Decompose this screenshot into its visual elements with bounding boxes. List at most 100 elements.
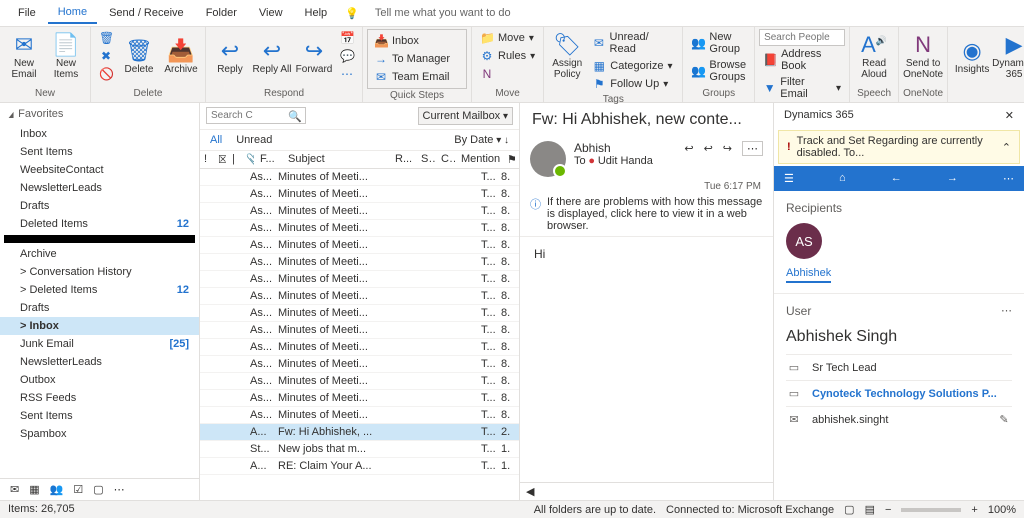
message-row[interactable]: As...Minutes of Meeti...T...8. bbox=[200, 271, 519, 288]
recipient-link[interactable]: Abhishek bbox=[786, 265, 831, 283]
more-respond-button[interactable]: ⋯ bbox=[336, 65, 358, 83]
message-row[interactable]: A...Fw: Hi Abhishek, ...T...2. bbox=[200, 424, 519, 441]
forward-button[interactable]: ↪Forward bbox=[294, 29, 334, 85]
user-more-icon[interactable]: ⋯ bbox=[1001, 304, 1012, 326]
quick-team-email[interactable]: ✉Team Email bbox=[370, 68, 464, 86]
close-pane-icon[interactable]: ✕ bbox=[1005, 109, 1014, 122]
dynamics-warning[interactable]: !Track and Set Regarding are currently d… bbox=[778, 130, 1020, 164]
categorize-button[interactable]: ▦Categorize ▾ bbox=[588, 57, 678, 75]
zoom-in-icon[interactable]: + bbox=[971, 504, 977, 516]
nav-item[interactable]: WeebsiteContact bbox=[0, 161, 199, 179]
nav-item[interactable]: Sent Items bbox=[0, 407, 199, 425]
zoom-out-icon[interactable]: − bbox=[885, 504, 891, 516]
forward-icon[interactable]: ↪ bbox=[723, 142, 732, 155]
nav-item[interactable]: NewsletterLeads bbox=[0, 179, 199, 197]
insights-button[interactable]: ◉Insights bbox=[952, 29, 992, 85]
message-row[interactable]: As...Minutes of Meeti...T...8. bbox=[200, 220, 519, 237]
nav-item[interactable]: > Deleted Items12 bbox=[0, 281, 199, 299]
account-header[interactable] bbox=[4, 235, 195, 243]
reply-all-icon[interactable]: ↩ bbox=[704, 142, 713, 155]
menu-view[interactable]: View bbox=[249, 3, 293, 23]
search-people-input[interactable] bbox=[759, 29, 845, 46]
favorites-header[interactable]: Favorites bbox=[0, 103, 199, 125]
message-row[interactable]: As...Minutes of Meeti...T...8. bbox=[200, 305, 519, 322]
dyn-forward-icon[interactable]: → bbox=[947, 172, 958, 185]
view-reading-icon[interactable]: ▤ bbox=[865, 503, 875, 516]
nav-item[interactable]: > Inbox bbox=[0, 317, 199, 335]
reply-icon[interactable]: ↩ bbox=[684, 142, 693, 155]
message-row[interactable]: As...Minutes of Meeti...T...8. bbox=[200, 373, 519, 390]
reply-button[interactable]: ↩Reply bbox=[210, 29, 250, 85]
new-items-button[interactable]: 📄New Items bbox=[46, 29, 86, 85]
message-row[interactable]: As...Minutes of Meeti...T...8. bbox=[200, 186, 519, 203]
im-button[interactable]: 💬 bbox=[336, 47, 358, 65]
nav-item[interactable]: NewsletterLeads bbox=[0, 353, 199, 371]
browse-groups-button[interactable]: 👥Browse Groups bbox=[687, 57, 750, 85]
archive-button[interactable]: 📥Archive bbox=[161, 29, 201, 85]
menu-help[interactable]: Help bbox=[295, 3, 338, 23]
edit-icon[interactable]: ✎ bbox=[996, 413, 1012, 426]
tell-me-input[interactable]: Tell me what you want to do bbox=[375, 7, 511, 19]
notes-view-icon[interactable]: ▢ bbox=[93, 483, 103, 496]
nav-item[interactable]: Sent Items bbox=[0, 143, 199, 161]
dyn-home-icon[interactable]: ⌂ bbox=[839, 172, 846, 185]
new-group-button[interactable]: 👥New Group bbox=[687, 29, 750, 57]
scroll-left-icon[interactable]: ◀ bbox=[526, 486, 534, 498]
more-views-icon[interactable]: ⋯ bbox=[114, 483, 125, 496]
dynamics365-button[interactable]: ▶Dynamics 365 bbox=[994, 29, 1024, 85]
message-row[interactable]: As...Minutes of Meeti...T...8. bbox=[200, 169, 519, 186]
nav-item[interactable]: Spambox bbox=[0, 425, 199, 443]
nav-item[interactable]: > Conversation History bbox=[0, 263, 199, 281]
recipient-avatar[interactable]: AS bbox=[786, 223, 822, 259]
move-button[interactable]: 📁Move ▾ bbox=[476, 29, 539, 47]
message-row[interactable]: As...Minutes of Meeti...T...8. bbox=[200, 288, 519, 305]
quick-to-manager[interactable]: →To Manager bbox=[370, 50, 464, 68]
filter-email-button[interactable]: ▼Filter Email ▾ bbox=[759, 74, 845, 102]
reply-all-button[interactable]: ↩Reply All bbox=[252, 29, 292, 85]
message-row[interactable]: As...Minutes of Meeti...T...8. bbox=[200, 237, 519, 254]
junk-button[interactable]: 🚫 bbox=[95, 65, 117, 83]
filter-all[interactable]: All bbox=[210, 134, 222, 146]
sender-avatar[interactable] bbox=[530, 141, 566, 177]
dyn-more-icon[interactable]: ⋯ bbox=[1003, 172, 1014, 185]
menu-file[interactable]: File bbox=[8, 3, 46, 23]
send-to-onenote-button[interactable]: NSend to OneNote bbox=[903, 29, 943, 85]
unread-read-button[interactable]: ✉Unread/ Read bbox=[588, 29, 678, 57]
people-view-icon[interactable]: 👥 bbox=[50, 483, 64, 496]
ignore-button[interactable]: 🗑 bbox=[95, 29, 117, 47]
view-normal-icon[interactable]: ▢ bbox=[844, 503, 854, 516]
dyn-back-icon[interactable]: ← bbox=[891, 172, 902, 185]
menu-send-receive[interactable]: Send / Receive bbox=[99, 3, 194, 23]
delete-button[interactable]: 🗑Delete bbox=[119, 29, 159, 85]
zoom-slider[interactable] bbox=[901, 508, 961, 512]
menu-folder[interactable]: Folder bbox=[196, 3, 247, 23]
column-headers[interactable]: !☒|📎 F...Subject R...S... C...Mention⚑ bbox=[200, 151, 519, 169]
message-row[interactable]: As...Minutes of Meeti...T...8. bbox=[200, 390, 519, 407]
sort-dropdown[interactable]: By Date ▾ ↓ bbox=[454, 134, 509, 146]
rules-button[interactable]: ⚙Rules ▾ bbox=[476, 47, 539, 65]
user-company[interactable]: Cynoteck Technology Solutions P... bbox=[812, 388, 997, 400]
cleanup-button[interactable]: ✖ bbox=[95, 47, 117, 65]
message-row[interactable]: St...New jobs that m...T...1. bbox=[200, 441, 519, 458]
meeting-button[interactable]: 📅 bbox=[336, 29, 358, 47]
address-book-button[interactable]: 📕Address Book bbox=[759, 46, 845, 74]
message-row[interactable]: As...Minutes of Meeti...T...8. bbox=[200, 407, 519, 424]
nav-item[interactable]: Drafts bbox=[0, 299, 199, 317]
calendar-view-icon[interactable]: ▦ bbox=[29, 483, 39, 496]
new-email-button[interactable]: ✉New Email bbox=[4, 29, 44, 85]
tasks-view-icon[interactable]: ☑ bbox=[73, 483, 83, 496]
message-row[interactable]: As...Minutes of Meeti...T...8. bbox=[200, 254, 519, 271]
read-aloud-button[interactable]: A🔊Read Aloud bbox=[854, 29, 894, 85]
search-scope-dropdown[interactable]: Current Mailbox ▾ bbox=[418, 107, 513, 125]
menu-home[interactable]: Home bbox=[48, 2, 97, 24]
more-actions-icon[interactable]: ⋯ bbox=[742, 141, 763, 156]
nav-item[interactable]: Deleted Items12 bbox=[0, 215, 199, 233]
message-row[interactable]: As...Minutes of Meeti...T...8. bbox=[200, 322, 519, 339]
nav-item[interactable]: Inbox bbox=[0, 125, 199, 143]
nav-item[interactable]: Junk Email[25] bbox=[0, 335, 199, 353]
nav-item[interactable]: Outbox bbox=[0, 371, 199, 389]
dyn-menu-icon[interactable]: ☰ bbox=[784, 172, 794, 185]
filter-unread[interactable]: Unread bbox=[236, 134, 272, 146]
mail-view-icon[interactable]: ✉ bbox=[10, 483, 19, 496]
search-icon[interactable]: 🔍 bbox=[288, 110, 302, 123]
